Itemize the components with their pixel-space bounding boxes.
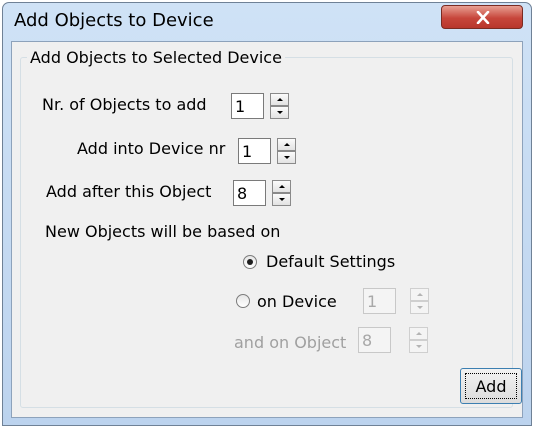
close-button[interactable] [441,5,523,29]
add-button-label: Add [475,376,507,396]
device-nr-input[interactable] [238,138,271,164]
on-device-radio[interactable] [236,294,250,308]
group-legend: Add Objects to Selected Device [30,48,282,67]
objects-to-add-stepper[interactable] [270,93,289,119]
default-settings-label[interactable]: Default Settings [266,252,395,271]
window-title: Add Objects to Device [14,10,214,31]
after-object-input[interactable] [233,180,266,206]
spin-up-icon[interactable] [272,180,291,193]
close-icon [476,11,490,24]
after-object-label: Add after this Object [46,182,212,201]
after-object-stepper[interactable] [272,180,291,206]
device-nr-label: Add into Device nr [77,139,226,158]
on-object-label: and on Object [234,333,347,352]
spin-up-icon [409,327,428,340]
spin-down-icon [409,340,428,353]
spin-down-icon[interactable] [270,106,289,119]
default-settings-radio[interactable] [243,255,257,269]
add-button[interactable]: Add [460,368,522,404]
spin-up-icon[interactable] [277,138,296,151]
spin-up-icon[interactable] [270,93,289,106]
spin-down-icon [410,301,429,314]
spin-down-icon[interactable] [277,151,296,164]
based-on-label: New Objects will be based on [45,222,281,241]
on-device-stepper [410,288,429,314]
on-object-stepper [409,327,428,353]
dialog-window: Add Objects to Device Add Objects to Sel… [2,2,532,426]
objects-to-add-label: Nr. of Objects to add [42,95,207,114]
on-device-label[interactable]: on Device [257,292,337,311]
spin-down-icon[interactable] [272,193,291,206]
dialog-client-area: Add Objects to Selected Device Nr. of Ob… [11,41,523,418]
on-device-input [363,288,396,314]
device-nr-stepper[interactable] [277,138,296,164]
title-bar[interactable]: Add Objects to Device [3,3,531,39]
objects-to-add-input[interactable] [231,93,264,119]
on-object-input [358,327,391,353]
spin-up-icon [410,288,429,301]
